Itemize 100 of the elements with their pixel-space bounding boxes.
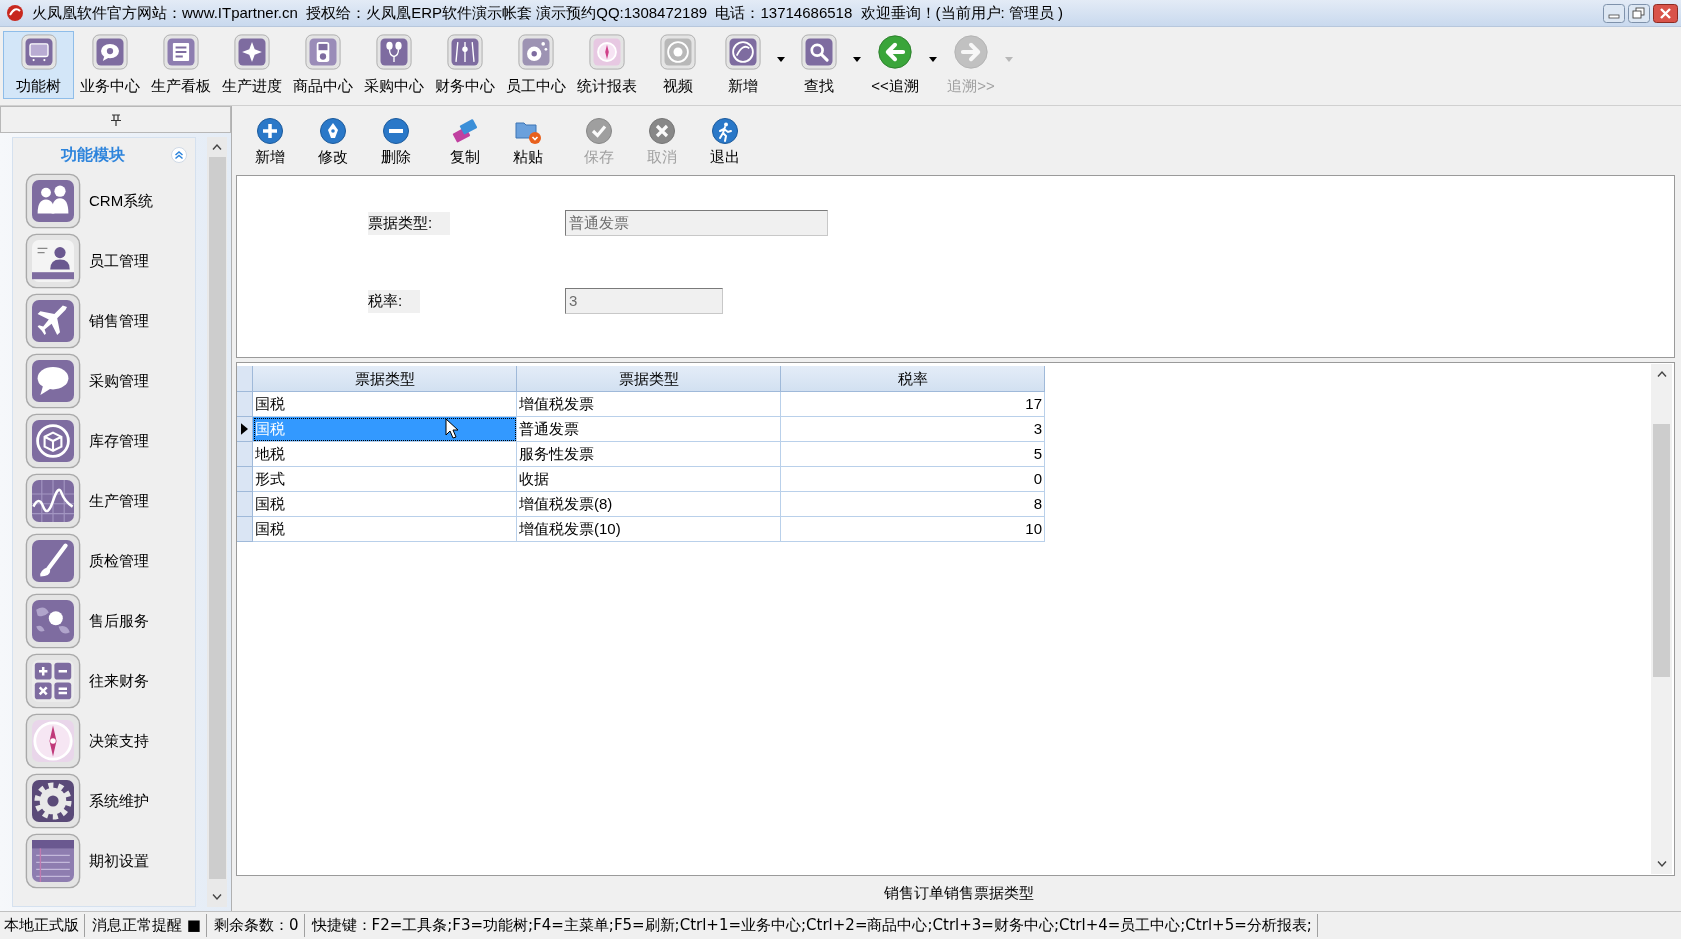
toolbar-button[interactable]: 修改	[301, 115, 364, 171]
toolbar-button[interactable]: 采购中心	[358, 31, 429, 99]
scrollbar-track[interactable]	[207, 137, 227, 907]
compass-icon	[25, 713, 81, 769]
table-cell: 国税	[253, 492, 517, 517]
notepad-icon	[25, 833, 81, 889]
status-text: 快捷键：F2=工具条;F3=功能树;F4=主菜单;F5=刷新;Ctrl+1=业务中心;Ctrl+2=商品中心;Ctrl+3=财务中心;Ctrl+4=员工中心;Ctrl+5=分析报表;	[309, 914, 1318, 937]
scrollbar-track[interactable]	[1651, 364, 1672, 874]
module-item[interactable]: 员工管理	[13, 231, 195, 291]
toolbar-button[interactable]: 业务中心	[74, 31, 145, 99]
module-item[interactable]: 质检管理	[13, 531, 195, 591]
module-item[interactable]: 决策支持	[13, 711, 195, 771]
brush-icon	[25, 533, 81, 589]
status-text: 本地正式版	[2, 914, 85, 937]
table-cell: 5	[781, 442, 1045, 467]
module-item[interactable]: 往来财务	[13, 651, 195, 711]
scroll-down-icon[interactable]	[212, 893, 222, 901]
search-icon	[801, 34, 837, 70]
toolbar-button[interactable]: 功能树	[3, 31, 74, 99]
caret-icon[interactable]	[929, 57, 937, 62]
scroll-up-icon[interactable]	[1656, 370, 1667, 378]
table-cell: 国税	[253, 517, 517, 542]
table-cell: 3	[781, 417, 1045, 442]
box-icon	[25, 413, 81, 469]
module-item[interactable]: CRM系统	[13, 171, 195, 231]
module-item[interactable]: 售后服务	[13, 591, 195, 651]
module-item[interactable]: 期初设置	[13, 831, 195, 891]
compass-icon	[588, 34, 625, 70]
toolbar-button[interactable]: 新增	[713, 31, 773, 99]
people-icon	[25, 173, 81, 229]
mouse-pointer-icon	[445, 418, 459, 439]
swirl-icon	[725, 34, 761, 70]
airplane-icon	[25, 293, 81, 349]
column-header[interactable]: 票据类型	[253, 366, 517, 392]
toolbar-button[interactable]: 生产进度	[216, 31, 287, 99]
module-item[interactable]: 采购管理	[13, 351, 195, 411]
table-cell: 0	[781, 467, 1045, 492]
pen-nib-icon	[318, 117, 347, 145]
scrollbar-thumb[interactable]	[1653, 424, 1670, 677]
row-pointer-icon	[241, 423, 248, 435]
toolbar-button[interactable]: 粘贴	[496, 115, 559, 171]
toolbar-button[interactable]: 员工中心	[500, 31, 571, 99]
pin-icon[interactable]	[108, 112, 123, 127]
world-map-icon	[25, 593, 81, 649]
toolbar-button[interactable]: 生产看板	[145, 31, 216, 99]
cards-icon	[450, 117, 479, 145]
table-cell: 服务性发票	[517, 442, 781, 467]
field-label: 票据类型:	[368, 211, 451, 235]
module-item[interactable]: 生产管理	[13, 471, 195, 531]
table-cell: 地税	[253, 442, 517, 467]
module-item[interactable]: 销售管理	[13, 291, 195, 351]
table-cell: 增值税发票	[517, 392, 781, 417]
toolbar-button[interactable]: 新增	[238, 115, 301, 171]
minus-icon	[381, 117, 410, 145]
caret-icon[interactable]	[853, 57, 861, 62]
scroll-up-icon[interactable]	[212, 143, 222, 151]
toolbar-button[interactable]: 财务中心	[429, 31, 500, 99]
gear-icon	[25, 773, 81, 829]
check-icon	[584, 117, 613, 145]
corner-cell	[237, 366, 253, 392]
module-item[interactable]: 系统维护	[13, 771, 195, 831]
toolbar-button[interactable]: 复制	[433, 115, 496, 171]
table-cell: 国税	[253, 417, 517, 442]
calculator-icon	[25, 653, 81, 709]
row-header[interactable]	[237, 417, 253, 442]
toolbar-button[interactable]: <<追溯	[865, 31, 925, 99]
table-cell: 17	[781, 392, 1045, 417]
earphones-icon	[375, 34, 412, 70]
toolbar-button[interactable]: 视频	[642, 31, 713, 99]
speech-bubble-icon	[25, 353, 81, 409]
close-icon[interactable]	[1653, 3, 1678, 23]
panel-title: 功能模块	[61, 145, 125, 165]
walking-person-icon	[710, 117, 739, 145]
sliders-icon	[446, 34, 483, 70]
scroll-down-icon[interactable]	[1656, 860, 1667, 868]
toolbar-button[interactable]: 删除	[364, 115, 427, 171]
toolbar-button[interactable]: 退出	[693, 115, 756, 171]
status-text: 消息正常提醒 ■	[90, 914, 207, 937]
scrollbar-thumb[interactable]	[208, 157, 226, 879]
collapse-icon[interactable]	[171, 147, 187, 163]
status-text: 剩余条数：0	[211, 914, 305, 937]
column-header[interactable]: 票据类型	[517, 366, 781, 392]
table-cell: 10	[781, 517, 1045, 542]
toolbar-button[interactable]: 查找	[789, 31, 849, 99]
table-cell: 形式	[253, 467, 517, 492]
toolbar-button[interactable]: 统计报表	[571, 31, 642, 99]
grid-caption: 销售订单销售票据类型	[883, 884, 1034, 903]
table-cell: 收据	[517, 467, 781, 492]
speech-bubble-icon	[91, 34, 128, 70]
table-cell: 增值税发票(10)	[517, 517, 781, 542]
id-card-icon	[25, 233, 81, 289]
caret-icon[interactable]	[777, 57, 785, 62]
toolbar-button[interactable]: 商品中心	[287, 31, 358, 99]
module-item[interactable]: 库存管理	[13, 411, 195, 471]
sparkle-icon	[233, 34, 270, 70]
column-header[interactable]: 税率	[781, 366, 1045, 392]
media-player-icon	[304, 34, 341, 70]
minimize-icon[interactable]	[1603, 3, 1625, 23]
table-cell: 8	[781, 492, 1045, 517]
restore-icon[interactable]	[1628, 3, 1650, 23]
